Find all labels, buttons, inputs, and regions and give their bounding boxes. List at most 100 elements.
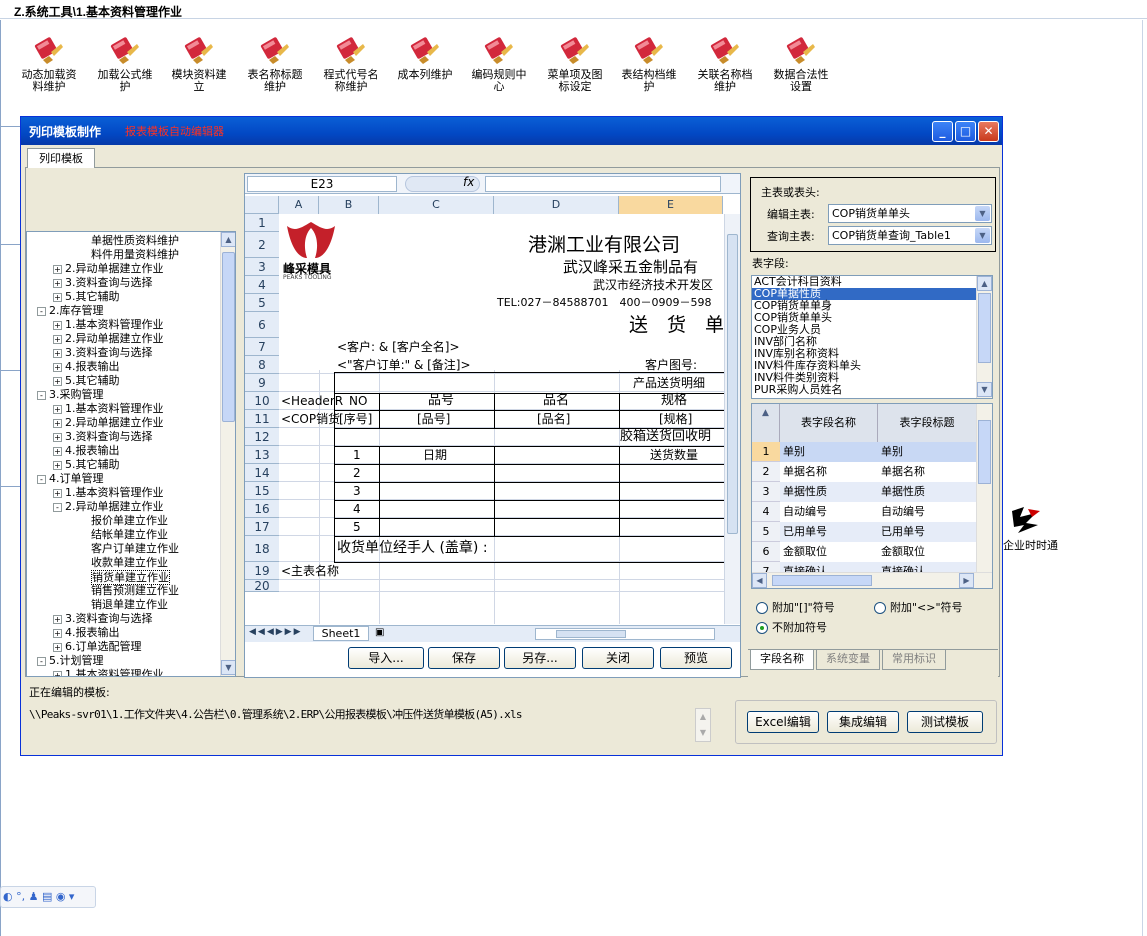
import-button[interactable]: 导入...: [348, 647, 424, 669]
header-part-no-cell[interactable]: 品号: [428, 392, 454, 410]
toolbar-button[interactable]: 菜单项及图 标设定: [540, 34, 610, 93]
radio-icon[interactable]: [874, 602, 886, 614]
field-grid[interactable]: ▲ 表字段名称 表字段标题 1 单别 单别 2 单据名称 单据名称 3 单据性质 单据性质 4 自动…: [751, 403, 993, 589]
radio-angle[interactable]: 附加"<>"符号: [874, 599, 963, 615]
table-list[interactable]: ACT会计科目资料 COP单据性质 COP销货单单身 COP销货单单头 COP业务人员 I…: [751, 275, 993, 399]
company-name-cell[interactable]: 港渊工业有限公司: [528, 233, 680, 257]
field-tab[interactable]: 系统变量: [816, 650, 880, 670]
address-cell[interactable]: 武汉市经济技术开发区: [593, 276, 713, 294]
column-header[interactable]: D: [494, 196, 619, 214]
tree-node[interactable]: +6.订单选配管理: [53, 640, 142, 653]
expand-toggle-icon[interactable]: +: [53, 418, 62, 428]
grid-field-name[interactable]: 自动编号: [780, 502, 878, 522]
radio-selected-icon[interactable]: [756, 622, 768, 634]
field-tab[interactable]: 字段名称: [750, 650, 814, 670]
path-scroll-icon[interactable]: ▲ ▼: [695, 708, 711, 742]
grid-header-name[interactable]: 表字段名称: [780, 404, 878, 442]
chevron-down-icon[interactable]: ▼: [975, 228, 990, 243]
row-header[interactable]: 12: [245, 428, 279, 446]
grid-header-title[interactable]: 表字段标题: [878, 404, 976, 442]
sheet-nav-icon[interactable]: ◀◀◀▶▶▶: [249, 627, 303, 637]
tree-node[interactable]: 销售预测建立作业: [91, 584, 179, 597]
tree-scrollbar[interactable]: ▲ ▼: [220, 232, 235, 676]
row-header[interactable]: 1: [245, 214, 279, 232]
grid-field-title[interactable]: 单别: [878, 442, 976, 462]
tree-node[interactable]: +5.其它辅助: [53, 290, 120, 303]
save-button[interactable]: 保存: [428, 647, 500, 669]
tree-node[interactable]: +4.报表输出: [53, 626, 120, 639]
grid-field-title[interactable]: 单据性质: [878, 482, 976, 502]
tree-node[interactable]: +2.异动单据建立作业: [53, 262, 164, 275]
toolbar-button[interactable]: 表名称标题 维护: [240, 34, 310, 93]
tree-node[interactable]: 销退单建立作业: [91, 598, 168, 611]
tree-node[interactable]: +4.报表输出: [53, 444, 120, 457]
tree-node[interactable]: 料件用量资料维护: [91, 248, 179, 261]
sheet-vscroll[interactable]: [724, 214, 740, 624]
row-number-cell[interactable]: 1: [353, 446, 361, 464]
insert-sheet-icon[interactable]: ▣: [375, 627, 384, 638]
expand-toggle-icon[interactable]: -: [37, 656, 46, 666]
row-number-cell[interactable]: 4: [353, 500, 361, 518]
field-no-cell[interactable]: [序号]: [339, 410, 372, 428]
grid-vscroll[interactable]: [976, 404, 992, 572]
row-header[interactable]: 17: [245, 518, 279, 536]
grid-row-number[interactable]: 5: [752, 522, 780, 542]
customer-cell[interactable]: <客户: & [客户全名]>: [337, 338, 460, 356]
customer-figure-cell[interactable]: 客户图号:: [645, 356, 697, 374]
close-button[interactable]: ✕: [978, 121, 999, 142]
box-title-cell[interactable]: 胶箱送货回收明: [620, 428, 711, 446]
edit-main-select[interactable]: COP销货单单头 ▼: [828, 204, 992, 223]
column-header[interactable]: E: [619, 196, 723, 214]
grid-hscroll-thumb[interactable]: [772, 575, 872, 586]
expand-toggle-icon[interactable]: +: [53, 432, 62, 442]
row-number-cell[interactable]: 5: [353, 518, 361, 536]
receiver-cell[interactable]: 收货单位经手人 (盖章) :: [337, 539, 488, 557]
grid-row-number[interactable]: 6: [752, 542, 780, 562]
row-header[interactable]: 2: [245, 232, 279, 258]
expand-toggle-icon[interactable]: +: [53, 614, 62, 624]
tree-node[interactable]: 单据性质资料维护: [91, 234, 179, 247]
scroll-down-icon[interactable]: ▼: [221, 660, 235, 675]
document-title-cell[interactable]: 送 货 单: [629, 313, 724, 337]
row-number-cell[interactable]: 2: [353, 464, 361, 482]
tree-node[interactable]: 销货单建立作业: [91, 570, 170, 585]
expand-toggle-icon[interactable]: +: [53, 642, 62, 652]
expand-toggle-icon[interactable]: +: [53, 320, 62, 330]
expand-toggle-icon[interactable]: +: [53, 362, 62, 372]
scroll-down-icon[interactable]: ▼: [977, 382, 992, 397]
expand-toggle-icon[interactable]: +: [53, 460, 62, 470]
grid-row-number[interactable]: 2: [752, 462, 780, 482]
tree-node[interactable]: -3.采购管理: [37, 388, 104, 401]
grid-row-number[interactable]: 4: [752, 502, 780, 522]
excel-edit-button[interactable]: Excel编辑: [747, 711, 819, 733]
chevron-down-icon[interactable]: ▼: [975, 206, 990, 221]
row-header[interactable]: 9: [245, 374, 279, 392]
tree-node[interactable]: +5.其它辅助: [53, 458, 120, 471]
toolbar-button[interactable]: 数据合法性 设置: [766, 34, 836, 93]
column-header[interactable]: C: [379, 196, 494, 214]
tree-node[interactable]: 报价单建立作业: [91, 514, 168, 527]
query-main-select[interactable]: COP销货单查询_Table1 ▼: [828, 226, 992, 245]
tree-node[interactable]: +1.基本资料管理作业: [53, 668, 164, 676]
column-header[interactable]: B: [319, 196, 379, 214]
header-ref-cell[interactable]: <HeaderR: [281, 392, 343, 410]
grid-field-title[interactable]: 已用单号: [878, 522, 976, 542]
name-box[interactable]: E23: [247, 176, 397, 192]
tree-node[interactable]: +4.报表输出: [53, 360, 120, 373]
row-header[interactable]: 11: [245, 410, 279, 428]
window-titlebar[interactable]: 列印模板制作 报表模板自动编辑器 _ □ ✕: [21, 117, 1002, 145]
tree-node[interactable]: -5.计划管理: [37, 654, 104, 667]
order-cell[interactable]: <"客户订单:" & [备注]>: [337, 356, 471, 374]
tree-node[interactable]: -2.异动单据建立作业: [53, 500, 164, 513]
tree-node[interactable]: -4.订单管理: [37, 472, 104, 485]
tree-node[interactable]: +3.资料查询与选择: [53, 346, 153, 359]
column-header[interactable]: A: [279, 196, 319, 214]
expand-toggle-icon[interactable]: +: [53, 348, 62, 358]
grid-row-number[interactable]: 3: [752, 482, 780, 502]
row-header[interactable]: 19: [245, 562, 279, 580]
tree-node[interactable]: +1.基本资料管理作业: [53, 318, 164, 331]
sheet-hscroll-thumb[interactable]: [556, 630, 626, 638]
preview-button[interactable]: 预览: [660, 647, 732, 669]
expand-toggle-icon[interactable]: +: [53, 404, 62, 414]
cop-ref-cell[interactable]: <COP销货: [281, 410, 340, 428]
